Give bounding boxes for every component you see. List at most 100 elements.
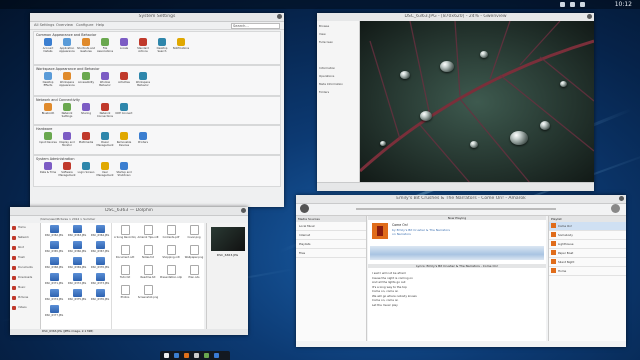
file-item[interactable]: Photos [114, 285, 136, 299]
places-item[interactable]: Root [12, 246, 38, 251]
settings-module[interactable]: Activities [114, 72, 134, 84]
sidebar-item[interactable]: Fullscreen [317, 39, 359, 45]
title-bar[interactable]: DSC_6363 — Dolphin [10, 207, 248, 216]
file-item[interactable]: DSC_6376.JPG [89, 289, 111, 301]
file-item[interactable]: Contents.pdf [160, 225, 182, 239]
file-item[interactable]: Readme.txt [137, 265, 159, 279]
title-bar[interactable]: System Settings [30, 13, 284, 22]
places-item[interactable]: Music [12, 286, 38, 291]
search-input[interactable]: Search... [231, 23, 280, 29]
sidebar-item[interactable]: View [317, 31, 359, 37]
media-source-item[interactable]: Internet [296, 231, 366, 240]
file-item[interactable]: DSC_6366.JPG [66, 241, 88, 253]
sidebar-item[interactable]: Folders [317, 89, 359, 95]
places-item[interactable]: Documents [12, 266, 38, 271]
gwenview-task-icon[interactable] [204, 353, 209, 358]
file-item[interactable]: Amarok Tips.odt [137, 225, 159, 239]
clock[interactable]: 10:12 [615, 1, 632, 8]
file-item[interactable]: DSC_6364.JPG [89, 225, 111, 237]
settings-module[interactable]: Date & Time [38, 162, 58, 174]
places-item[interactable]: Pictures [12, 296, 38, 301]
image-view[interactable] [360, 21, 594, 183]
places-item[interactable]: Downloads [12, 276, 38, 281]
settings-module[interactable]: Accessibility [76, 72, 96, 84]
file-item[interactable]: DSC_6368.JPG [43, 257, 65, 269]
file-item[interactable]: DSC_6375.JPG [66, 289, 88, 301]
file-item[interactable]: Screenshot.png [137, 285, 159, 299]
settings-module[interactable]: Desktop Effects [38, 72, 58, 87]
media-source-item[interactable]: Local Music [296, 222, 366, 231]
file-item[interactable]: Notes.txt [137, 245, 159, 259]
settings-module[interactable]: Display and Monitor [57, 132, 77, 147]
close-icon[interactable] [587, 14, 592, 19]
settings-module[interactable]: Printers [133, 132, 153, 144]
settings-module[interactable]: Power Management [95, 132, 115, 147]
file-item[interactable]: DSC_6367.JPG [89, 241, 111, 253]
settings-module[interactable]: Login Screen [76, 162, 96, 174]
settings-task-icon[interactable] [194, 353, 199, 358]
sidebar-item[interactable]: Operations [317, 73, 359, 79]
file-item[interactable]: Cover.png [183, 225, 205, 239]
settings-module[interactable]: Window Behavior [95, 72, 115, 87]
file-item[interactable]: Todo.txt [114, 265, 136, 279]
dolphin-task-icon[interactable] [174, 353, 179, 358]
toolbar-help[interactable]: Help [96, 23, 104, 27]
file-item[interactable]: Presentation.odp [160, 265, 182, 279]
settings-module[interactable]: Workspace Appearance [57, 72, 77, 87]
file-item[interactable]: Document.odt [114, 245, 136, 259]
launcher-icon[interactable] [164, 353, 169, 358]
close-icon[interactable] [277, 14, 282, 19]
playlist-track[interactable]: Paper Boat [549, 249, 626, 258]
file-item[interactable]: DSC_6372.JPG [66, 273, 88, 285]
settings-module[interactable]: Shortcuts and Gestures [76, 38, 96, 53]
settings-module[interactable]: Desktop Search [152, 38, 172, 53]
places-item[interactable]: Home [12, 226, 38, 231]
playlist-track[interactable]: Home [549, 267, 626, 276]
media-source-item[interactable]: Files [296, 249, 366, 258]
progress-bar[interactable] [356, 208, 556, 210]
settings-module[interactable]: Software Management [57, 162, 77, 177]
location-bar[interactable]: /home/user/Pictures > 2014 > Summer [40, 217, 190, 221]
toolbar-configure[interactable]: Configure [76, 23, 93, 27]
toolbar-overview[interactable]: Overview [56, 23, 73, 27]
file-item[interactable]: DSC_6369.JPG [66, 257, 88, 269]
settings-module[interactable]: Network Connections [95, 103, 115, 118]
file-item[interactable]: Plan.ods [183, 265, 205, 279]
settings-module[interactable]: File Associations [95, 38, 115, 53]
file-item[interactable]: DSC_6371.JPG [43, 273, 65, 285]
close-icon[interactable] [619, 196, 624, 201]
settings-module[interactable]: Bluetooth [38, 103, 58, 115]
settings-module[interactable]: Sharing [76, 103, 96, 115]
settings-module[interactable]: Account Details [38, 38, 58, 53]
file-item[interactable]: Wallpaper.png [183, 245, 205, 259]
file-item[interactable]: Shopping.odt [160, 245, 182, 259]
places-item[interactable]: Network [12, 236, 38, 241]
settings-module[interactable]: Input Devices [38, 132, 58, 144]
play-pause-button[interactable] [300, 204, 309, 213]
network-icon[interactable] [560, 2, 565, 7]
file-item[interactable]: DSC_6374.JPG [43, 289, 65, 301]
media-source-item[interactable]: Playlists [296, 240, 366, 249]
amarok-task-icon[interactable] [214, 353, 219, 358]
file-item[interactable]: DSC_6362.JPG [43, 225, 65, 237]
settings-module[interactable]: Startup and Shutdown [114, 162, 134, 177]
file-item[interactable]: DSC_6370.JPG [89, 257, 111, 269]
close-icon[interactable] [241, 208, 246, 213]
firefox-task-icon[interactable] [184, 353, 189, 358]
settings-module[interactable]: Workspace Behavior [133, 72, 153, 87]
playlist-track[interactable]: Silent Night [549, 258, 626, 267]
settings-module[interactable]: Network Settings [57, 103, 77, 118]
settings-module[interactable]: Multimedia [76, 132, 96, 144]
settings-module[interactable]: Standard Actions [133, 38, 153, 53]
places-item[interactable]: Trash [12, 256, 38, 261]
volume-icon[interactable] [570, 2, 575, 7]
settings-module[interactable]: Locale [114, 38, 134, 50]
battery-icon[interactable] [580, 2, 585, 7]
settings-module[interactable]: Removable Devices [114, 132, 134, 147]
sidebar-item[interactable]: Information [317, 65, 359, 71]
file-item[interactable]: DSC_6377.JPG [43, 305, 65, 317]
settings-module[interactable]: Notifications [171, 38, 191, 50]
sidebar-item[interactable]: Browse [317, 23, 359, 29]
file-item[interactable]: DSC_6363.JPG [66, 225, 88, 237]
playlist-track[interactable]: Somebody [549, 231, 626, 240]
